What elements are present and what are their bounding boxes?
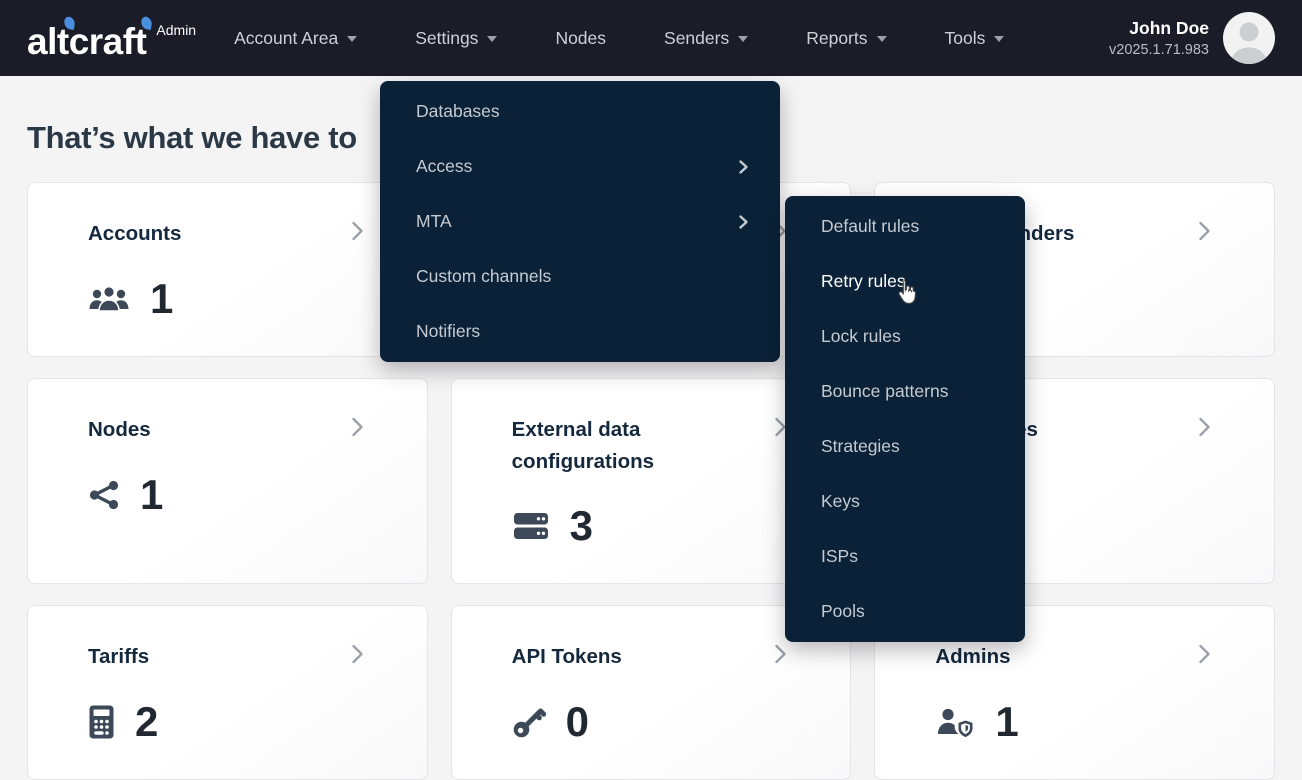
calculator-icon bbox=[88, 704, 115, 740]
nav-item-tools[interactable]: Tools bbox=[945, 28, 1005, 49]
card-nodes[interactable]: Nodes 1 bbox=[27, 378, 428, 585]
altcraft-logo[interactable]: altcraft Admin bbox=[27, 20, 196, 57]
chevron-right-icon bbox=[737, 214, 750, 230]
card-count: 1 bbox=[150, 278, 173, 320]
card-count: 1 bbox=[995, 701, 1018, 743]
card-tariffs[interactable]: Tariffs 2 bbox=[27, 605, 428, 780]
chevron-down-icon bbox=[994, 36, 1004, 42]
mta-submenu: Default rules Retry rules Lock rules Bou… bbox=[785, 196, 1025, 642]
chevron-down-icon bbox=[738, 36, 748, 42]
avatar[interactable] bbox=[1223, 12, 1275, 64]
submenu-item-isps[interactable]: ISPs bbox=[785, 529, 1025, 584]
card-title: Nodes bbox=[88, 414, 151, 446]
nav-item-senders[interactable]: Senders bbox=[664, 28, 748, 49]
card-count: 1 bbox=[140, 474, 163, 516]
card-count: 3 bbox=[570, 505, 593, 547]
person-silhouette-icon bbox=[1223, 12, 1275, 64]
users-icon bbox=[88, 283, 130, 315]
card-count: 2 bbox=[135, 701, 158, 743]
admin-badge: Admin bbox=[156, 22, 196, 38]
main-nav: Account Area Settings Nodes Senders Repo… bbox=[234, 28, 1004, 49]
submenu-item-lock-rules[interactable]: Lock rules bbox=[785, 309, 1025, 364]
chevron-right-icon bbox=[770, 643, 790, 665]
top-navbar: altcraft Admin Account Area Settings Nod… bbox=[0, 0, 1302, 76]
share-icon bbox=[88, 479, 120, 511]
chevron-right-icon bbox=[737, 159, 750, 175]
key-icon bbox=[512, 705, 546, 739]
logo-text: altcraft bbox=[27, 23, 146, 60]
card-title: API Tokens bbox=[512, 641, 622, 673]
submenu-item-bounce-patterns[interactable]: Bounce patterns bbox=[785, 364, 1025, 419]
menu-item-mta[interactable]: MTA bbox=[380, 194, 780, 249]
card-title: Admins bbox=[935, 641, 1010, 673]
chevron-down-icon bbox=[487, 36, 497, 42]
user-block[interactable]: John Doe v2025.1.71.983 bbox=[1109, 12, 1275, 64]
chevron-right-icon bbox=[347, 416, 367, 438]
nav-item-nodes[interactable]: Nodes bbox=[555, 28, 606, 49]
app-version: v2025.1.71.983 bbox=[1109, 42, 1209, 58]
chevron-right-icon bbox=[1194, 643, 1214, 665]
submenu-item-pools[interactable]: Pools bbox=[785, 584, 1025, 639]
nav-item-reports[interactable]: Reports bbox=[806, 28, 886, 49]
nav-item-settings[interactable]: Settings bbox=[415, 28, 497, 49]
card-title: External data configurations bbox=[512, 414, 752, 478]
card-accounts[interactable]: Accounts 1 bbox=[27, 182, 428, 357]
submenu-item-strategies[interactable]: Strategies bbox=[785, 419, 1025, 474]
menu-item-notifiers[interactable]: Notifiers bbox=[380, 304, 780, 359]
chevron-right-icon bbox=[347, 643, 367, 665]
submenu-item-keys[interactable]: Keys bbox=[785, 474, 1025, 529]
submenu-item-default-rules[interactable]: Default rules bbox=[785, 199, 1025, 254]
menu-item-databases[interactable]: Databases bbox=[380, 84, 780, 139]
chevron-right-icon bbox=[347, 220, 367, 242]
user-name: John Doe bbox=[1109, 18, 1209, 39]
chevron-right-icon bbox=[1194, 416, 1214, 438]
menu-item-custom-channels[interactable]: Custom channels bbox=[380, 249, 780, 304]
card-title: Accounts bbox=[88, 218, 181, 250]
card-title: Tariffs bbox=[88, 641, 149, 673]
nav-item-account-area[interactable]: Account Area bbox=[234, 28, 357, 49]
chevron-down-icon bbox=[877, 36, 887, 42]
submenu-item-retry-rules[interactable]: Retry rules bbox=[785, 254, 1025, 309]
menu-item-access[interactable]: Access bbox=[380, 139, 780, 194]
chevron-down-icon bbox=[347, 36, 357, 42]
chevron-right-icon bbox=[1194, 220, 1214, 242]
user-shield-icon bbox=[935, 706, 975, 738]
server-icon bbox=[512, 511, 550, 541]
card-count: 0 bbox=[566, 701, 589, 743]
settings-dropdown-menu: Databases Access MTA Custom channels Not… bbox=[380, 81, 780, 362]
